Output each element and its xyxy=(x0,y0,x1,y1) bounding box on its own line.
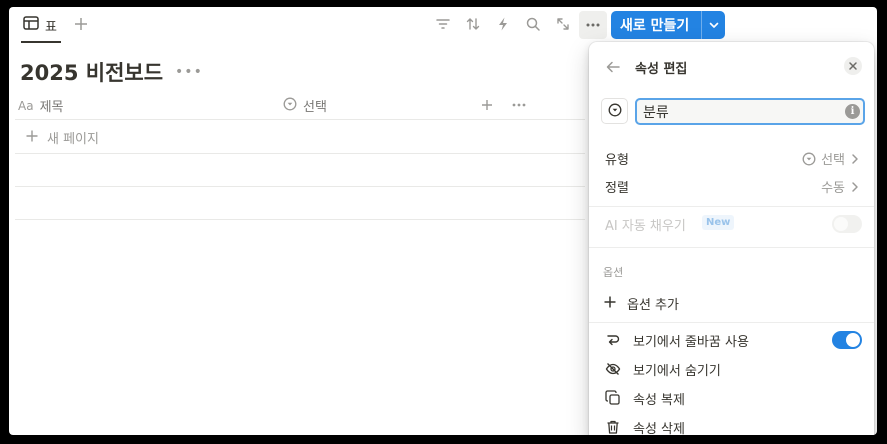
close-icon[interactable] xyxy=(844,57,862,75)
back-arrow-icon[interactable] xyxy=(605,59,621,75)
type-row-value: 선택 xyxy=(802,149,860,168)
column-label: 선택 xyxy=(303,100,327,115)
app-window: 표 새로 만들기 2025 비전보드 ••• Aa 제목 선택 새 페이지 속성… xyxy=(9,7,877,435)
duplicate-icon xyxy=(605,390,620,405)
more-options-button[interactable] xyxy=(579,11,607,39)
header-more-icon[interactable] xyxy=(511,97,527,113)
toggle-knob xyxy=(834,217,848,231)
plus-icon xyxy=(25,129,39,147)
hide-in-view-row[interactable]: 보기에서 숨기기 xyxy=(605,357,865,381)
duplicate-label: 속성 복제 xyxy=(633,392,685,408)
text-type-icon: Aa xyxy=(18,98,34,113)
select-type-icon xyxy=(802,152,816,165)
eye-off-icon xyxy=(605,363,621,375)
property-name-input[interactable] xyxy=(635,98,865,125)
expand-icon[interactable] xyxy=(555,16,571,32)
new-button-label: 새로 만들기 xyxy=(620,18,690,34)
options-section-label: 옵션 xyxy=(603,266,624,279)
new-badge: New xyxy=(702,215,735,230)
page-title-text: 2025 비전보드 xyxy=(20,61,164,85)
add-option-label: 옵션 추가 xyxy=(627,298,679,313)
ai-autofill-row: AI 자동 채우기 New xyxy=(589,212,874,236)
edit-property-panel: 속성 편집 i 유형 선택 정렬 수동 xyxy=(589,42,874,435)
new-page-label: 새 페이지 xyxy=(47,132,99,147)
property-sort-row[interactable]: 정렬 수동 xyxy=(589,173,874,199)
view-tab-label: 표 xyxy=(45,19,57,35)
panel-header: 속성 편집 xyxy=(589,56,874,78)
sort-icon[interactable] xyxy=(465,16,481,32)
select-type-icon xyxy=(608,102,622,121)
toggle-knob xyxy=(846,333,860,347)
chevron-down-icon[interactable] xyxy=(702,19,725,31)
view-tab-table[interactable]: 표 xyxy=(21,15,61,43)
column-header-select[interactable]: 선택 xyxy=(283,96,327,115)
add-option-button[interactable]: 옵션 추가 xyxy=(603,294,679,313)
column-header-title[interactable]: Aa 제목 xyxy=(18,96,64,116)
wrap-in-view-toggle[interactable] xyxy=(832,331,862,349)
table-header: Aa 제목 선택 xyxy=(15,90,585,120)
table-icon xyxy=(23,16,39,34)
more-icon xyxy=(586,23,600,27)
delete-property-row[interactable]: 속성 삭제 xyxy=(605,415,865,435)
type-value-text: 선택 xyxy=(821,153,845,168)
title-more-icon[interactable]: ••• xyxy=(175,64,203,80)
row-divider xyxy=(15,186,585,187)
select-type-icon xyxy=(283,97,297,115)
ai-autofill-label: AI 자동 채우기 xyxy=(605,219,686,234)
new-button[interactable]: 새로 만들기 xyxy=(611,11,725,39)
row-divider xyxy=(15,153,585,154)
plus-icon xyxy=(603,295,617,313)
duplicate-property-row[interactable]: 속성 복제 xyxy=(605,386,865,410)
chevron-right-icon xyxy=(852,181,858,192)
property-type-row[interactable]: 유형 선택 xyxy=(589,145,874,171)
type-row-label: 유형 xyxy=(605,153,629,168)
lightning-icon[interactable] xyxy=(495,16,511,32)
panel-divider xyxy=(589,322,874,323)
ai-autofill-toggle xyxy=(832,215,862,233)
delete-label: 속성 삭제 xyxy=(633,421,685,436)
database-toolbar: 표 새로 만들기 xyxy=(9,7,877,43)
page-title[interactable]: 2025 비전보드 ••• xyxy=(20,57,203,87)
info-icon[interactable]: i xyxy=(845,104,860,119)
add-view-icon[interactable] xyxy=(73,16,89,32)
search-icon[interactable] xyxy=(525,16,541,32)
wrap-icon xyxy=(607,335,620,346)
panel-divider xyxy=(589,247,874,248)
chevron-right-icon xyxy=(852,153,858,164)
add-property-icon[interactable] xyxy=(479,97,495,113)
property-type-button[interactable] xyxy=(601,98,628,124)
active-tab-indicator xyxy=(21,41,61,43)
wrap-in-view-label: 보기에서 줄바꿈 사용 xyxy=(633,334,749,350)
sort-row-value: 수동 xyxy=(821,177,860,196)
hide-in-view-label: 보기에서 숨기기 xyxy=(633,363,721,379)
panel-title: 속성 편집 xyxy=(635,62,688,77)
sort-value-text: 수동 xyxy=(821,181,845,196)
panel-divider xyxy=(589,206,874,207)
sort-row-label: 정렬 xyxy=(605,181,629,196)
new-page-row[interactable]: 새 페이지 xyxy=(25,128,99,147)
wrap-in-view-row[interactable]: 보기에서 줄바꿈 사용 xyxy=(605,328,865,352)
filter-icon[interactable] xyxy=(435,16,451,32)
row-divider xyxy=(15,219,585,220)
column-label: 제목 xyxy=(39,100,64,115)
trash-icon xyxy=(607,420,619,434)
